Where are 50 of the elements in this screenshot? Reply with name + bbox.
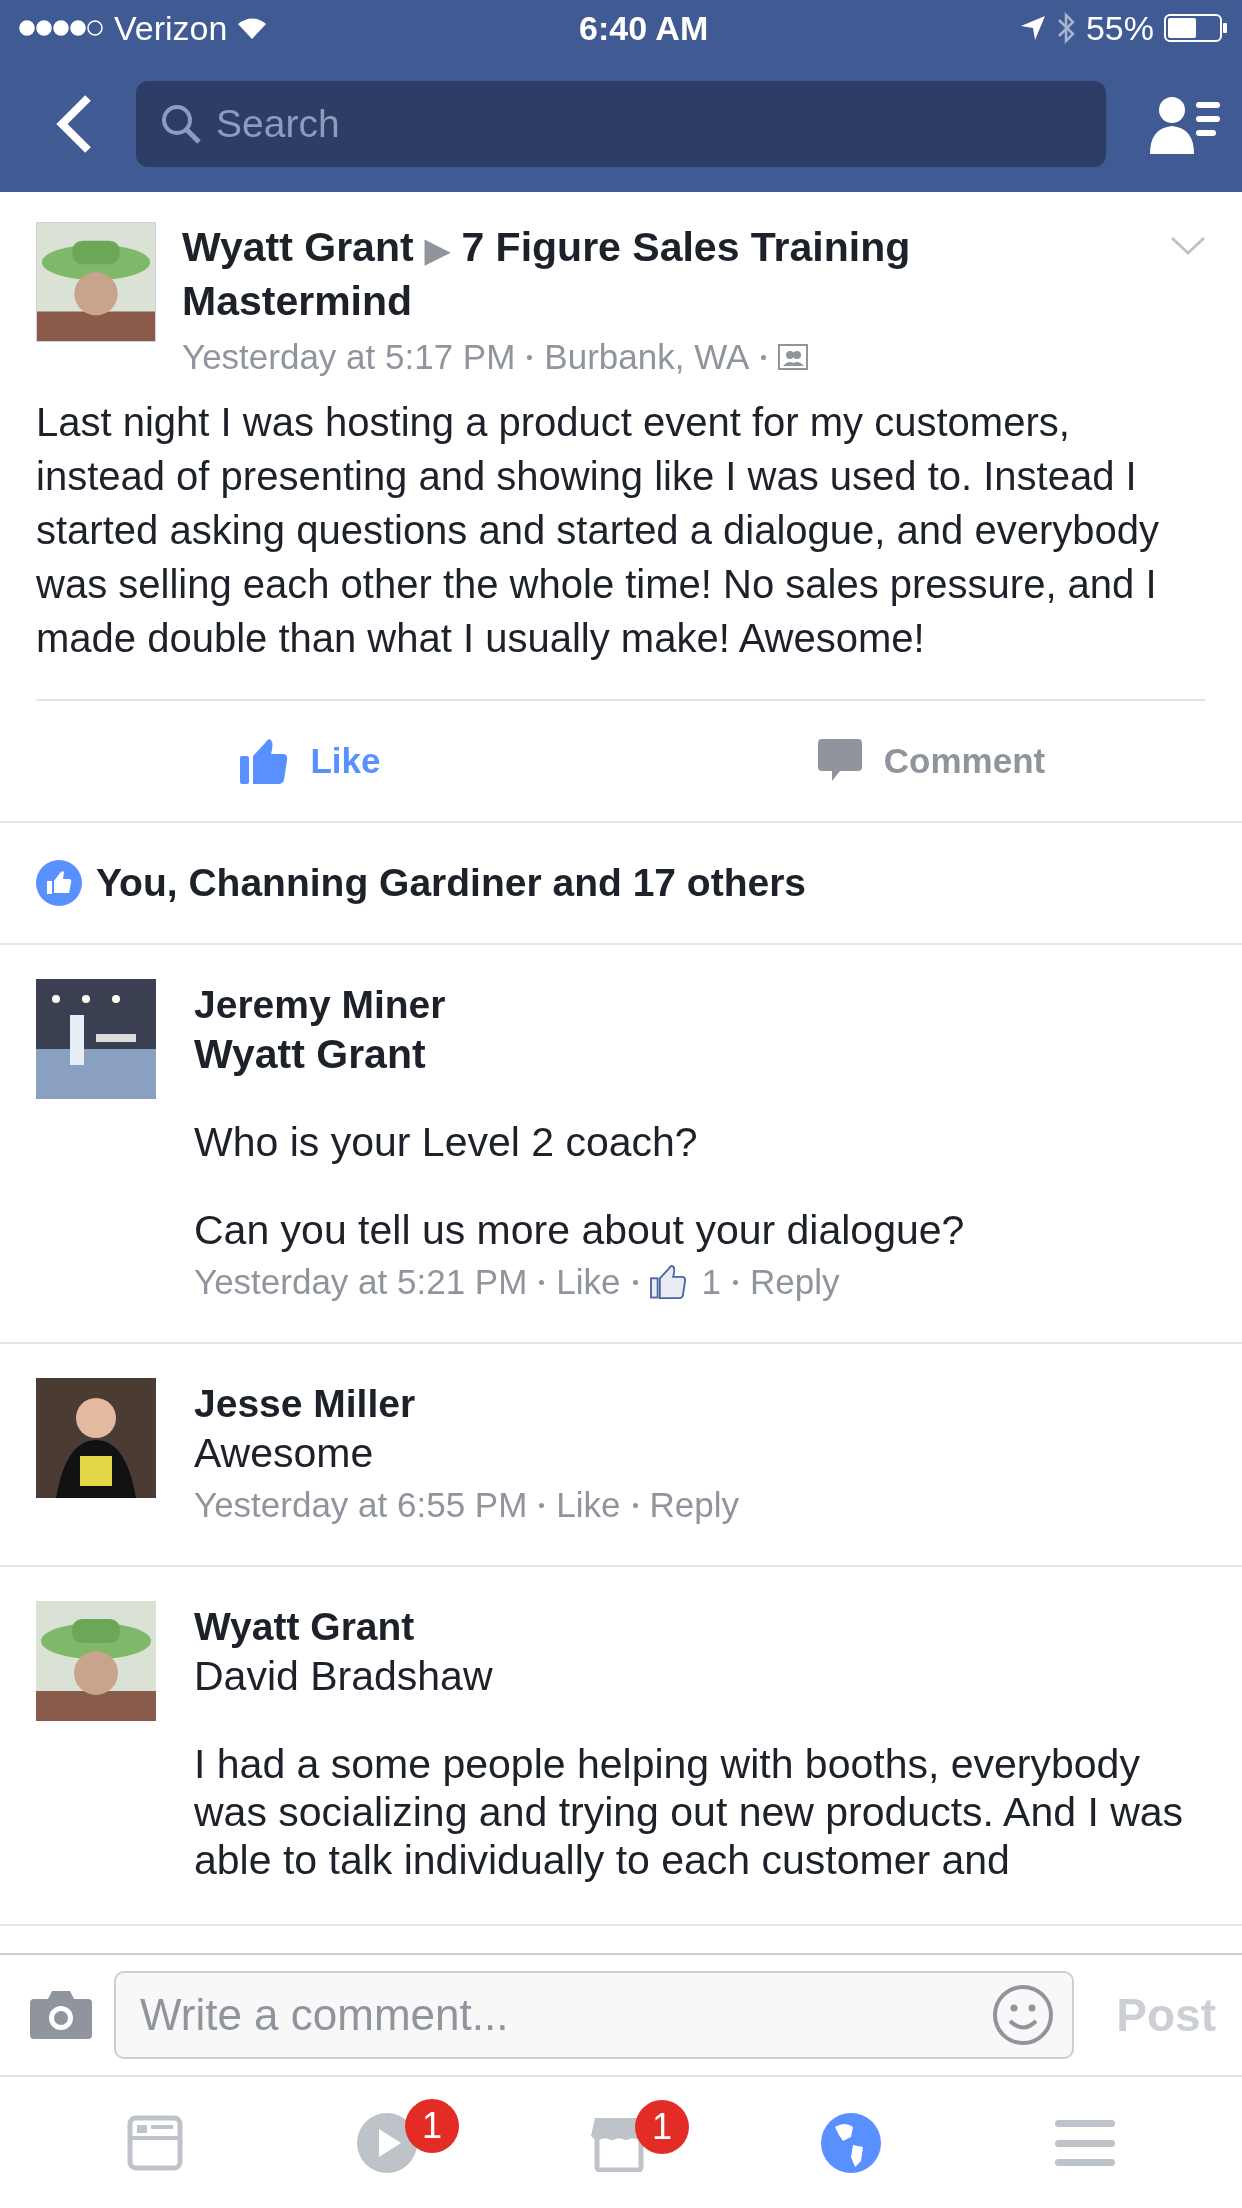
like-count: 1 [701, 1262, 722, 1302]
speech-bubble-icon [817, 739, 862, 783]
emoji-icon[interactable] [992, 1984, 1055, 2046]
thumbs-up-icon [240, 738, 289, 784]
globe-icon[interactable] [821, 2112, 881, 2173]
like-button[interactable]: Like [0, 701, 621, 821]
back-icon[interactable] [56, 94, 92, 154]
author-name[interactable]: Wyatt Grant [182, 224, 414, 270]
comment-input[interactable]: Write a comment... [140, 1973, 993, 2057]
comment-text: Awesome [194, 1429, 375, 1477]
menu-icon[interactable] [1055, 2117, 1115, 2168]
post-time: Yesterday at 5:17 PM [182, 337, 516, 377]
post-text: Last night I was hosting a product event for my customers, instead of presenting and showing like I was used to. Instead I started asking questions and started a dialogue, and everybody was selling each other the whole time! No sales pressure, and I made double than what I usually make! Awesome! [36, 399, 1160, 662]
comment-action-link[interactable]: Reply [649, 1485, 740, 1525]
comment-time: Yesterday at 5:21 PM [194, 1262, 528, 1302]
comment-text: David Bradshaw [194, 1652, 494, 1700]
wifi-icon [237, 17, 268, 39]
comment-action-link[interactable]: Reply [750, 1262, 840, 1302]
thumbs-up-icon [649, 1265, 686, 1299]
feed-icon[interactable] [127, 2114, 183, 2171]
battery-icon [1164, 13, 1228, 43]
notification-badge: 1 [405, 2098, 459, 2153]
bluetooth-icon [1055, 11, 1076, 45]
battery-percent: 55% [1085, 8, 1154, 48]
comment-text: I had a some people helping with booths, everybody was socializing and trying out new products. And I was able to talk individually to each customer and [194, 1740, 1185, 1884]
clock-time: 6:40 AM [579, 8, 709, 48]
mention-name[interactable]: Wyatt Grant [194, 1030, 1206, 1078]
carrier-name: Verizon [114, 8, 228, 48]
chevron-down-icon[interactable] [1170, 236, 1206, 256]
location-icon [1019, 15, 1046, 41]
comment-text: Who is your Level 2 coach? [194, 1118, 699, 1166]
commenter-name[interactable]: Jesse Miller [194, 1378, 1206, 1429]
post-title: Wyatt Grant ▶ 7 Figure Sales Training Mastermind [182, 223, 912, 326]
signal-icon [18, 19, 104, 37]
likes-summary[interactable]: You, Channing Gardiner and 17 others [96, 861, 807, 905]
members-icon [778, 344, 809, 370]
comment-action-link[interactable]: Like [556, 1262, 621, 1302]
like-badge-icon [36, 860, 82, 906]
camera-icon[interactable] [30, 1991, 92, 2039]
comment-button[interactable]: Comment [621, 701, 1242, 821]
friend-requests-icon[interactable] [1150, 94, 1220, 154]
commenter-name[interactable]: Jeremy Miner [194, 979, 1206, 1030]
comment-text: Can you tell us more about your dialogue? [194, 1206, 966, 1254]
comment-time: Yesterday at 6:55 PM [194, 1485, 528, 1525]
comment-field[interactable]: Write a comment... [114, 1971, 1075, 2059]
search-icon [160, 103, 202, 145]
notification-badge: 1 [635, 2099, 689, 2154]
commenter-name[interactable]: Wyatt Grant [194, 1601, 1206, 1652]
comment-action-link[interactable]: Like [556, 1485, 621, 1525]
post-location: Burbank, WA [544, 337, 750, 377]
